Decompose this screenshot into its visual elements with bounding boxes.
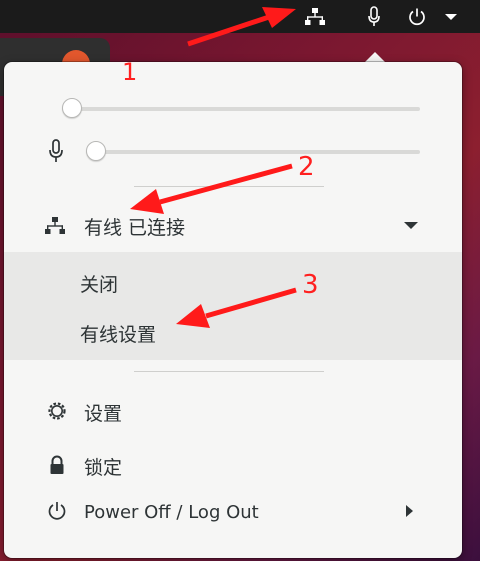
volume-slider-handle[interactable] bbox=[62, 98, 82, 118]
separator bbox=[134, 371, 324, 372]
power-off-logout-label: Power Off / Log Out bbox=[84, 501, 259, 523]
wired-connection-item[interactable]: 有线 已连接 bbox=[4, 206, 462, 246]
annotation-label-2: 2 bbox=[298, 152, 315, 182]
annotation-label-1: 1 bbox=[122, 58, 138, 86]
chevron-down-icon bbox=[404, 222, 418, 229]
menu-dropdown-icon[interactable] bbox=[440, 0, 462, 33]
wired-connection-label: 有线 已连接 bbox=[84, 216, 186, 239]
lock-label: 锁定 bbox=[84, 456, 123, 479]
settings-item[interactable]: 设置 bbox=[4, 396, 462, 428]
network-wired-icon[interactable] bbox=[300, 0, 330, 33]
wired-turn-off-item[interactable]: 关闭 bbox=[80, 270, 118, 297]
microphone-slider[interactable] bbox=[86, 141, 420, 161]
power-off-logout-item[interactable]: Power Off / Log Out bbox=[4, 496, 462, 528]
lock-item[interactable]: 锁定 bbox=[4, 450, 462, 482]
network-wired-icon bbox=[45, 217, 65, 234]
top-bar bbox=[0, 0, 480, 33]
lock-icon bbox=[50, 455, 64, 474]
wired-submenu bbox=[4, 252, 462, 360]
gear-icon bbox=[48, 402, 66, 420]
separator bbox=[134, 186, 324, 187]
microphone-icon bbox=[49, 139, 63, 162]
settings-label: 设置 bbox=[84, 402, 123, 425]
chevron-right-icon bbox=[406, 505, 413, 517]
microphone-slider-handle[interactable] bbox=[86, 141, 106, 161]
microphone-icon[interactable] bbox=[362, 0, 386, 33]
power-icon bbox=[48, 502, 66, 520]
power-icon[interactable] bbox=[404, 0, 430, 33]
microphone-slider-track[interactable] bbox=[86, 150, 420, 154]
volume-slider-track[interactable] bbox=[62, 107, 420, 111]
wired-settings-item[interactable]: 有线设置 bbox=[80, 320, 156, 347]
volume-slider[interactable] bbox=[62, 98, 420, 118]
annotation-label-3: 3 bbox=[302, 270, 319, 300]
